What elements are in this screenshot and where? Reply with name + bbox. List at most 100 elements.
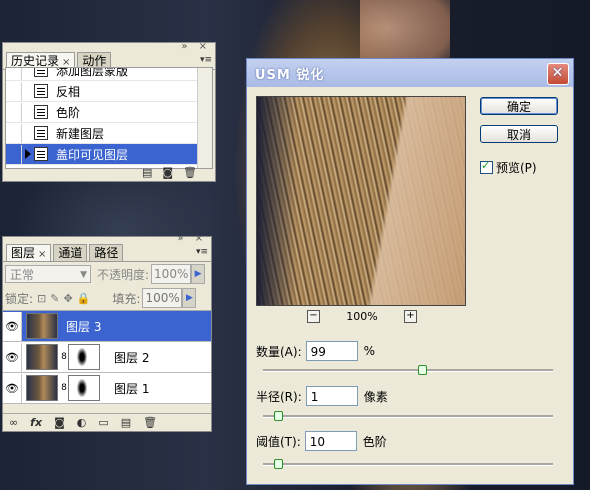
lock-move-icon[interactable]: ✥ [63,292,72,305]
fill-arrow-button[interactable]: ▶ [182,288,197,308]
amount-slider-thumb[interactable] [418,365,427,375]
tab-layers[interactable]: 图层 × [6,244,52,261]
layer-mask-thumbnail[interactable] [68,375,100,401]
snapshot-camera-icon[interactable]: ◙ [162,166,173,179]
threshold-row: 阈值(T): 10 色阶 [256,431,387,451]
layer-mask-thumbnail[interactable] [68,344,100,370]
history-list: 添加图层蒙版 反相 色阶 新建图层 盖印可见图层 [5,67,213,169]
close-button[interactable]: ✕ [547,63,569,85]
preview-checkbox[interactable]: 预览(P) [480,159,537,176]
threshold-input[interactable]: 10 [304,431,357,451]
fill-label: 填充: [112,291,141,306]
radius-slider-thumb[interactable] [274,411,283,421]
zoom-level: 100% [346,309,378,323]
history-step-icon [34,147,48,161]
layer-row-selected[interactable]: 👁 图层 3 [3,311,211,342]
lock-transparency-icon[interactable]: ⊡ [37,292,46,305]
fill-field[interactable]: 100% [142,288,183,308]
history-panel: » × 历史记录 × 动作 ▾≡ 添加图层蒙版 反相 色阶 新建图层 盖印可见图… [2,41,216,182]
history-item[interactable]: 新建图层 [6,123,212,144]
opacity-arrow-button[interactable]: ▶ [191,264,206,284]
snapshot-checkbox[interactable] [6,102,22,122]
checkbox-check-icon[interactable] [480,159,493,174]
blend-row: 正常 ▼ 不透明度: 100% ▶ [3,262,211,286]
trash-icon[interactable]: 🗑 [183,166,197,179]
layer-name[interactable]: 图层 1 [114,380,149,397]
adjustment-layer-icon[interactable]: ◐ [77,416,87,429]
threshold-slider-thumb[interactable] [274,459,283,469]
snapshot-checkbox[interactable] [6,68,22,80]
radius-input[interactable]: 1 [305,386,358,406]
amount-slider[interactable] [263,365,553,376]
history-step-icon [34,68,48,77]
amount-input[interactable]: 99 [305,341,358,361]
history-footer: ▤ ◙ 🗑 [3,163,215,181]
fx-icon[interactable]: fx [30,416,42,429]
threshold-slider[interactable] [263,459,553,470]
add-mask-icon[interactable]: ◙ [54,416,65,429]
threshold-label: 阈值(T): [256,434,301,449]
threshold-unit: 色阶 [362,434,387,449]
new-layer-icon[interactable]: ▤ [121,416,131,429]
link-layers-icon[interactable]: ∞ [9,416,18,429]
slider-track [263,463,553,466]
radius-label: 半径(R): [256,389,302,404]
layer-row[interactable]: 👁 8 图层 1 [3,373,211,404]
lock-brush-icon[interactable]: ✎ [50,292,59,305]
layer-thumbnail [26,344,58,370]
layer-row[interactable]: 👁 8 图层 2 [3,342,211,373]
snapshot-checkbox[interactable] [6,144,22,164]
eye-icon[interactable]: 👁 [3,311,22,341]
lock-row: 锁定: ⊡ ✎ ✥ 🔒 填充: 100% ▶ [3,286,211,311]
history-item[interactable]: 添加图层蒙版 [6,68,212,81]
history-item[interactable]: 色阶 [6,102,212,123]
zoom-in-button[interactable]: + [403,309,417,323]
slider-track [263,415,553,418]
tab-channels[interactable]: 通道 [53,244,88,261]
panel-menu-icon[interactable]: ▾≡ [196,247,208,257]
layers-panel: » × 图层 × 通道 路径 ▾≡ 正常 ▼ 不透明度: 100% ▶ 锁定: ⊡ … [2,233,212,432]
zoom-out-button[interactable]: − [307,309,320,323]
chevron-down-icon: ▼ [80,270,87,280]
history-item-selected[interactable]: 盖印可见图层 [6,144,212,165]
cancel-button[interactable]: 取消 [480,125,558,143]
new-group-icon[interactable]: ▭ [98,416,108,429]
eye-icon[interactable]: 👁 [3,342,22,372]
history-scrollbar[interactable] [197,68,212,168]
amount-row: 数量(A): 99 % [256,341,375,361]
opacity-field[interactable]: 100% [151,264,192,284]
radius-slider[interactable] [263,411,553,422]
panel-menu-icon[interactable]: ▾≡ [200,55,212,65]
history-step-icon [34,84,48,98]
lock-label: 锁定: [5,291,34,306]
lock-all-icon[interactable]: 🔒 [77,292,91,305]
amount-unit: % [363,344,376,358]
eye-icon[interactable]: 👁 [3,373,22,403]
tab-paths[interactable]: 路径 [89,244,124,261]
ok-button[interactable]: 确定 [480,97,558,115]
preview-image[interactable] [256,96,466,306]
link-icon: 8 [61,383,67,393]
opacity-label: 不透明度: [97,267,150,282]
unsharp-mask-dialog: USM 锐化 ✕ − 100% + 确定 取消 预览(P) 数量(A): 99 … [246,58,574,485]
dialog-titlebar[interactable]: USM 锐化 ✕ [247,59,573,87]
blend-mode-select[interactable]: 正常 ▼ [5,265,91,283]
layer-thumbnail [26,375,58,401]
history-step-icon [34,105,48,119]
history-state-arrow-icon [25,149,31,159]
new-document-icon[interactable]: ▤ [142,166,152,179]
trash-icon[interactable]: 🗑 [143,416,157,429]
snapshot-checkbox[interactable] [6,123,22,143]
layer-name[interactable]: 图层 3 [66,318,101,335]
layer-name[interactable]: 图层 2 [114,349,149,366]
history-item[interactable]: 反相 [6,81,212,102]
slider-track [263,369,553,372]
dialog-title: USM 锐化 [255,67,325,83]
close-icon[interactable]: × [38,249,46,260]
snapshot-checkbox[interactable] [6,81,22,101]
layers-footer: ∞ fx ◙ ◐ ▭ ▤ 🗑 [3,413,211,431]
amount-label: 数量(A): [256,344,302,359]
preview-checkbox-label: 预览(P) [496,161,537,175]
layers-tabs: 图层 × 通道 路径 ▾≡ [3,243,211,262]
radius-unit: 像素 [363,389,388,404]
